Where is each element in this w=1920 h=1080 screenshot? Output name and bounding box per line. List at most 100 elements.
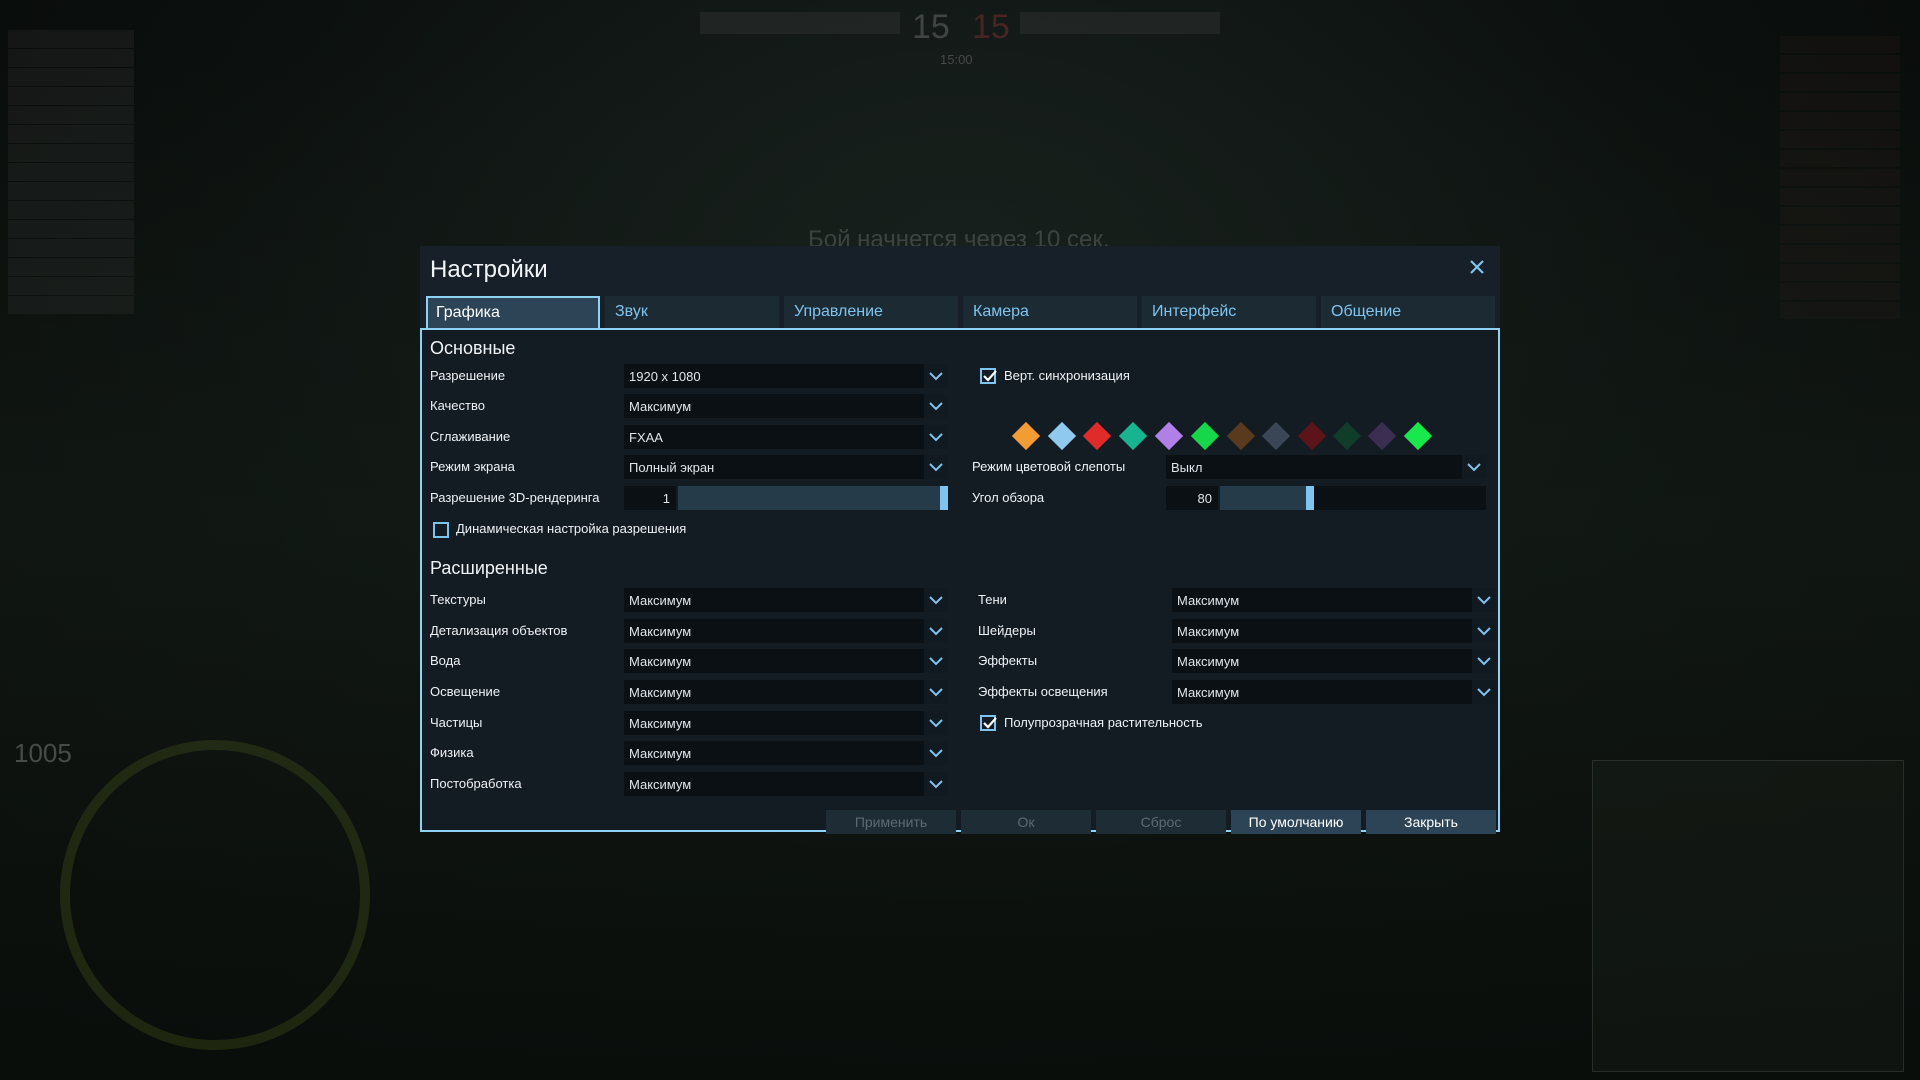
shadows-label: Тени	[978, 592, 1007, 607]
shaders-select[interactable]: Максимум	[1172, 619, 1496, 643]
shadows-select[interactable]: Максимум	[1172, 588, 1496, 612]
render-res-value-box[interactable]: 1	[624, 486, 676, 510]
resolution-label: Разрешение	[430, 368, 506, 383]
tab-sound[interactable]: Звук	[605, 296, 779, 328]
antialiasing-select[interactable]: FXAA	[624, 425, 948, 449]
postprocess-value: Максимум	[629, 777, 692, 792]
tab-interface[interactable]: Интерфейс	[1142, 296, 1316, 328]
textures-value: Максимум	[629, 593, 692, 608]
water-select[interactable]: Максимум	[624, 649, 948, 673]
close-icon[interactable]	[1464, 254, 1490, 280]
chevron-down-icon	[1462, 455, 1486, 479]
chevron-down-icon	[924, 649, 948, 673]
section-basic-title: Основные	[430, 338, 516, 358]
section-advanced-title: Расширенные	[430, 558, 548, 578]
objects-value: Максимум	[629, 624, 692, 639]
ok-button[interactable]: Ок	[961, 810, 1091, 834]
graphics-panel: Основные Разрешение 1920 x 1080 Качество…	[420, 328, 1500, 834]
physics-select[interactable]: Максимум	[624, 741, 948, 765]
chevron-down-icon	[924, 425, 948, 449]
hud-score-right: 15	[972, 8, 1010, 46]
hud-right-team-list	[1780, 36, 1900, 321]
resolution-select[interactable]: 1920 x 1080	[624, 364, 948, 388]
hud-minimap	[1592, 760, 1904, 1072]
fov-slider[interactable]	[1220, 486, 1486, 510]
color-swatch-red[interactable]	[1082, 421, 1112, 451]
postprocess-label: Постобработка	[430, 776, 522, 791]
reset-button[interactable]: Сброс	[1096, 810, 1226, 834]
fov-label: Угол обзора	[972, 490, 1045, 505]
chevron-down-icon	[924, 711, 948, 735]
chevron-down-icon	[1472, 588, 1496, 612]
chevron-down-icon	[924, 741, 948, 765]
chevron-down-icon	[1472, 649, 1496, 673]
color-swatch-lightblue[interactable]	[1047, 421, 1077, 451]
lighting-select[interactable]: Максимум	[624, 680, 948, 704]
chevron-down-icon	[924, 680, 948, 704]
water-label: Вода	[430, 653, 461, 668]
defaults-button[interactable]: По умолчанию	[1231, 810, 1361, 834]
render-res-slider[interactable]	[678, 486, 948, 510]
render-res-slider-handle[interactable]	[940, 486, 948, 510]
apply-button[interactable]: Применить	[826, 810, 956, 834]
fov-slider-fill	[1220, 486, 1310, 510]
particles-label: Частицы	[430, 715, 483, 730]
color-swatch-darkpurple[interactable]	[1367, 421, 1397, 451]
antialiasing-value: FXAA	[629, 430, 663, 445]
color-swatch-purple[interactable]	[1154, 421, 1184, 451]
effects-value: Максимум	[1177, 654, 1240, 669]
fov-value: 80	[1197, 491, 1212, 506]
close-button[interactable]: Закрыть	[1366, 810, 1496, 834]
physics-label: Физика	[430, 745, 474, 760]
chevron-down-icon	[924, 364, 948, 388]
effects-label: Эффекты	[978, 653, 1038, 668]
hud-team-right	[1020, 12, 1220, 34]
physics-value: Максимум	[629, 746, 692, 761]
colorblind-select[interactable]: Выкл	[1166, 455, 1486, 479]
objects-label: Детализация объектов	[430, 623, 568, 638]
vsync-checkbox[interactable]	[980, 368, 997, 384]
dynamic-res-checkbox[interactable]	[433, 522, 449, 538]
hud-team-left	[700, 12, 900, 34]
light-effects-label: Эффекты освещения	[978, 684, 1108, 699]
quality-value: Максимум	[629, 399, 692, 414]
quality-select[interactable]: Максимум	[624, 394, 948, 418]
render-res-label: Разрешение 3D-рендеринга	[430, 490, 600, 505]
hud-left-team-list	[8, 30, 134, 315]
color-swatch-orange[interactable]	[1011, 421, 1041, 451]
screen-mode-select[interactable]: Полный экран	[624, 455, 948, 479]
tab-communication[interactable]: Общение	[1321, 296, 1495, 328]
chevron-down-icon	[924, 455, 948, 479]
textures-label: Текстуры	[430, 592, 486, 607]
chevron-down-icon	[1472, 619, 1496, 643]
color-swatch-slate[interactable]	[1261, 421, 1291, 451]
effects-select[interactable]: Максимум	[1172, 649, 1496, 673]
particles-select[interactable]: Максимум	[624, 711, 948, 735]
translucent-checkbox[interactable]	[980, 715, 997, 731]
fov-slider-handle[interactable]	[1306, 486, 1314, 510]
chevron-down-icon	[924, 588, 948, 612]
color-swatch-green[interactable]	[1190, 421, 1220, 451]
hud-timer: 15:00	[940, 52, 973, 67]
color-swatch-brightgreen[interactable]	[1403, 421, 1433, 451]
tab-camera[interactable]: Камера	[963, 296, 1137, 328]
color-swatch-darkred[interactable]	[1297, 421, 1327, 451]
textures-select[interactable]: Максимум	[624, 588, 948, 612]
light-effects-select[interactable]: Максимум	[1172, 680, 1496, 704]
color-swatch-brown[interactable]	[1226, 421, 1256, 451]
postprocess-select[interactable]: Максимум	[624, 772, 948, 796]
quality-label: Качество	[430, 398, 485, 413]
color-swatch-darkgreen[interactable]	[1332, 421, 1362, 451]
objects-select[interactable]: Максимум	[624, 619, 948, 643]
color-swatch-teal[interactable]	[1118, 421, 1148, 451]
shaders-value: Максимум	[1177, 624, 1240, 639]
hud-score-bar: 15 15	[700, 8, 1220, 46]
fov-value-box[interactable]: 80	[1166, 486, 1218, 510]
tab-controls[interactable]: Управление	[784, 296, 958, 328]
tab-graphics[interactable]: Графика	[426, 296, 600, 328]
chevron-down-icon	[924, 772, 948, 796]
antialiasing-label: Сглаживание	[430, 429, 511, 444]
render-res-slider-fill	[678, 486, 948, 510]
colorblind-label: Режим цветовой слепоты	[972, 459, 1126, 474]
lighting-label: Освещение	[430, 684, 501, 699]
